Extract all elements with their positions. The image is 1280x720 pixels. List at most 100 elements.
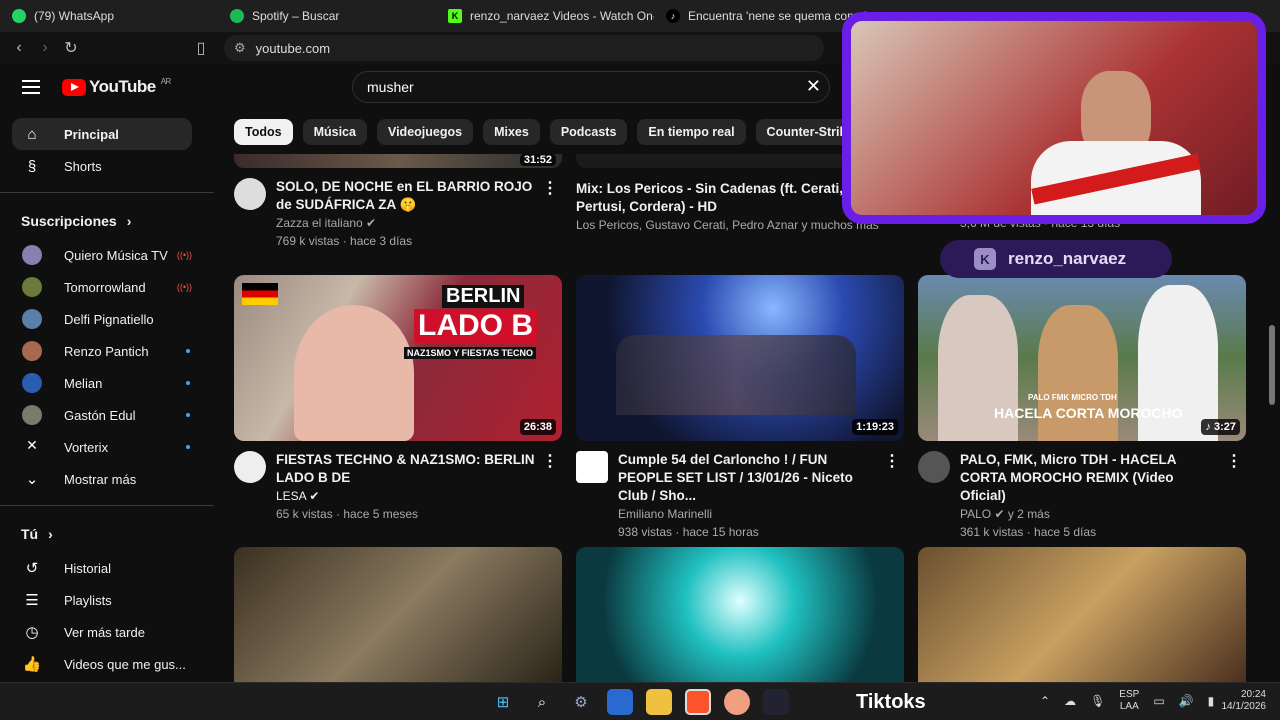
- chip-musica[interactable]: Música: [302, 119, 367, 145]
- app-icon[interactable]: [724, 689, 750, 715]
- video-card[interactable]: PALO FMK MICRO TDH HACELA CORTA MOROCHO …: [918, 275, 1246, 541]
- video-title[interactable]: Mix: Los Pericos - Sin Cadenas (ft. Cera…: [576, 180, 876, 216]
- video-thumbnail[interactable]: 31:52: [234, 154, 562, 168]
- chip-mixes[interactable]: Mixes: [483, 119, 540, 145]
- chevron-right-icon: ›: [48, 526, 53, 542]
- region-label: AR: [160, 76, 172, 86]
- clock[interactable]: 20:24 14/1/2026: [1222, 689, 1267, 713]
- video-thumbnail[interactable]: BERLIN LADO B NAZ1SMO Y FIESTAS TECNO 26…: [234, 275, 562, 441]
- cloud-icon[interactable]: ☁: [1064, 694, 1076, 708]
- url-field[interactable]: ⚙ youtube.com: [224, 35, 824, 61]
- tab-kick[interactable]: Krenzo_narvaez Videos - Watch On-De: [436, 0, 654, 32]
- channel-name[interactable]: PALO ✔ y 2 más: [960, 505, 1222, 523]
- channel-avatar[interactable]: [918, 451, 950, 483]
- sidebar-item-tomorrowland[interactable]: Tomorrowland ((•)): [12, 271, 192, 303]
- menu-icon[interactable]: [22, 80, 40, 94]
- chip-en-tiempo-real[interactable]: En tiempo real: [637, 119, 746, 145]
- subscriptions-header[interactable]: Suscripciones ›: [0, 203, 214, 239]
- chip-todos[interactable]: Todos: [234, 119, 293, 145]
- video-title[interactable]: FIESTAS TECHNO & NAZ1SMO: BERLIN LADO B …: [276, 451, 538, 487]
- avatar: [22, 277, 42, 297]
- thumbnail-subtext: PALO FMK MICRO TDH: [1028, 393, 1117, 402]
- video-stats: 769 k vistas · hace 3 días: [276, 234, 413, 248]
- sidebar-item-liked-videos[interactable]: 👍 Videos que me gus...: [12, 648, 192, 680]
- more-options-icon[interactable]: ⋮: [542, 178, 558, 198]
- file-explorer-icon[interactable]: [646, 689, 672, 715]
- sidebar-item-playlists[interactable]: ☰ Playlists: [12, 584, 192, 616]
- channel-avatar[interactable]: [576, 451, 608, 483]
- sidebar-item-historial[interactable]: ↺ Historial: [12, 552, 192, 584]
- channel-avatar[interactable]: [234, 451, 266, 483]
- video-card[interactable]: 1:19:23 Cumple 54 del Carloncho ! / FUN …: [576, 275, 904, 541]
- reload-icon[interactable]: ↻: [58, 35, 84, 61]
- sidebar-item-ver-mas-tarde[interactable]: ◷ Ver más tarde: [12, 616, 192, 648]
- avatar: [22, 309, 42, 329]
- video-thumbnail[interactable]: 1:19:23: [576, 275, 904, 441]
- site-info-icon[interactable]: ⚙: [234, 40, 246, 56]
- tab-title: renzo_narvaez Videos - Watch On-De: [470, 9, 654, 23]
- sidebar-item-quiero-musica-tv[interactable]: Quiero Música TV ((•)): [12, 239, 192, 271]
- microphone-icon[interactable]: 🎙: [1090, 694, 1105, 708]
- shorts-icon: ♪: [1205, 421, 1214, 433]
- sidebar-item-vorterix[interactable]: ✕ Vorterix: [12, 431, 192, 463]
- channel-name[interactable]: Zazza el italiano ✔: [276, 214, 538, 232]
- duration-badge: 26:38: [519, 419, 556, 435]
- more-options-icon[interactable]: ⋮: [542, 451, 558, 471]
- video-title[interactable]: PALO, FMK, Micro TDH - HACELA CORTA MORO…: [960, 451, 1222, 505]
- forward-icon[interactable]: ›: [32, 35, 58, 61]
- more-options-icon[interactable]: ⋮: [1226, 451, 1242, 471]
- channel-name[interactable]: Emiliano Marinelli: [618, 505, 880, 523]
- search-query: musher: [367, 79, 414, 95]
- chip-podcasts[interactable]: Podcasts: [549, 119, 628, 145]
- video-thumbnail[interactable]: [234, 547, 562, 682]
- video-card[interactable]: 31:52 SOLO, DE NOCHE en EL BARRIO ROJO d…: [234, 154, 562, 250]
- sidebar-item-delfi-pignatiello[interactable]: Delfi Pignatiello: [12, 303, 192, 335]
- obs-icon[interactable]: [763, 689, 789, 715]
- wifi-icon[interactable]: ▭: [1153, 694, 1164, 708]
- bookmark-icon[interactable]: ▯: [188, 35, 214, 61]
- sidebar-item-shorts[interactable]: § Shorts: [12, 150, 192, 182]
- youtube-play-icon: [62, 78, 86, 96]
- video-thumbnail[interactable]: [918, 547, 1246, 682]
- chevron-up-icon[interactable]: ⌃: [1040, 694, 1050, 708]
- show-more-button[interactable]: ⌄ Mostrar más: [12, 463, 192, 495]
- language-indicator[interactable]: ESP LAA: [1119, 689, 1139, 713]
- video-thumbnail[interactable]: [576, 547, 904, 682]
- video-stats: 361 k vistas · hace 5 días: [960, 525, 1097, 539]
- search-icon[interactable]: ⌕: [529, 689, 555, 715]
- taskbar: ⊞ ⌕ ⚙ Tiktoks ⌃ ☁ 🎙 ESP LAA ▭ 🔊 ▮ 20:24 14…: [0, 682, 1280, 720]
- windows-start-icon[interactable]: ⊞: [490, 689, 516, 715]
- back-icon[interactable]: ‹: [6, 35, 32, 61]
- tab-whatsapp[interactable]: (79) WhatsApp: [0, 0, 218, 32]
- chip-videojuegos[interactable]: Videojuegos: [376, 119, 474, 145]
- sidebar-item-gaston-edul[interactable]: Gastón Edul: [12, 399, 192, 431]
- sidebar-item-renzo-pantich[interactable]: Renzo Pantich: [12, 335, 192, 367]
- channel-name[interactable]: Los Pericos, Gustavo Cerati, Pedro Aznar…: [576, 216, 879, 234]
- vorterix-logo-icon: ✕: [26, 437, 38, 453]
- tab-tiktok[interactable]: ♪ Encuentra 'nene se quema con el m: [654, 0, 872, 32]
- youtube-logo[interactable]: YouTube AR: [62, 77, 171, 97]
- thumbnail-text-top: BERLIN: [442, 285, 525, 308]
- channel-name[interactable]: LESA ✔: [276, 487, 538, 505]
- video-card[interactable]: BERLIN LADO B NAZ1SMO Y FIESTAS TECNO 26…: [234, 275, 562, 523]
- store-icon[interactable]: [607, 689, 633, 715]
- sidebar-item-principal[interactable]: ⌂ Principal: [12, 118, 192, 150]
- you-header[interactable]: Tú ›: [0, 516, 214, 552]
- search-input[interactable]: musher ✕: [352, 71, 830, 103]
- video-title[interactable]: SOLO, DE NOCHE en EL BARRIO ROJO de SUDÁ…: [276, 178, 538, 214]
- tab-spotify[interactable]: Spotify – Buscar: [218, 0, 436, 32]
- youtube-header: YouTube AR: [0, 64, 214, 110]
- volume-icon[interactable]: 🔊: [1179, 694, 1194, 708]
- battery-icon[interactable]: ▮: [1208, 694, 1215, 708]
- scrollbar[interactable]: [1269, 325, 1275, 405]
- whatsapp-icon: [12, 9, 26, 23]
- sidebar-item-melian[interactable]: Melian: [12, 367, 192, 399]
- brave-browser-icon[interactable]: [685, 689, 711, 715]
- clear-search-icon[interactable]: ✕: [806, 76, 821, 97]
- channel-avatar[interactable]: [234, 178, 266, 210]
- more-options-icon[interactable]: ⋮: [884, 451, 900, 471]
- video-thumbnail[interactable]: PALO FMK MICRO TDH HACELA CORTA MOROCHO …: [918, 275, 1246, 441]
- settings-icon[interactable]: ⚙: [568, 689, 594, 715]
- chevron-right-icon: ›: [126, 213, 132, 229]
- video-title[interactable]: Cumple 54 del Carloncho ! / FUN PEOPLE S…: [618, 451, 880, 505]
